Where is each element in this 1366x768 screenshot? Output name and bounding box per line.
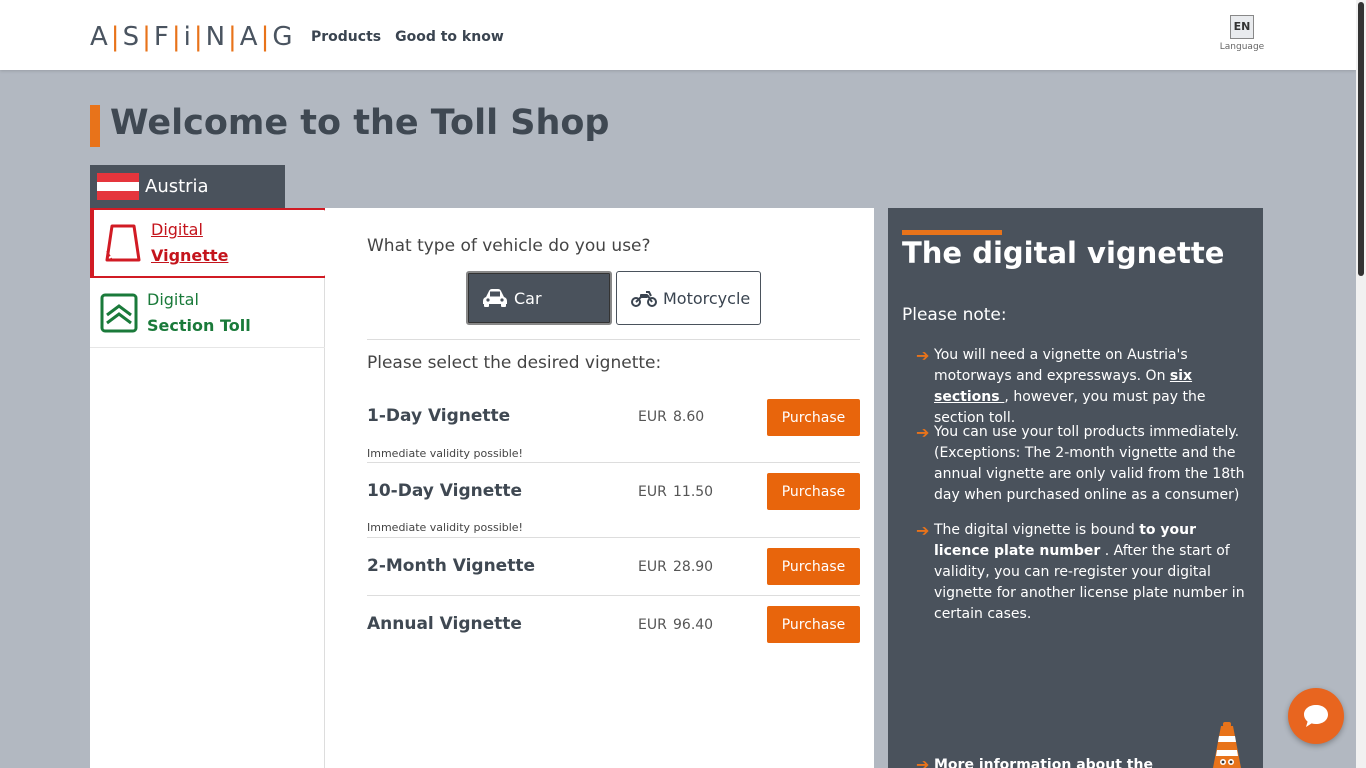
vignette-panel: What type of vehicle do you use? Car Mot… (325, 208, 874, 768)
divider (367, 462, 860, 463)
chat-bubble-icon (1304, 705, 1328, 727)
info-bullet: ➔ The digital vignette is bound to your … (916, 521, 1245, 622)
vignette-name: Annual Vignette (367, 614, 522, 634)
vignette-name: 2-Month Vignette (367, 556, 535, 576)
purchase-2-month-button[interactable]: Purchase (767, 548, 860, 585)
vignette-currency: EUR (638, 484, 667, 500)
scrollbar-thumb[interactable] (1358, 2, 1364, 276)
vignette-currency: EUR (638, 617, 667, 633)
product-nav-section-toll-line1: Digital (147, 290, 199, 309)
arrow-right-icon: ➔ (916, 755, 930, 768)
info-panel: The digital vignette Please note: ➔ You … (888, 208, 1263, 768)
motorcycle-icon (631, 291, 657, 307)
vignette-name: 1-Day Vignette (367, 406, 511, 426)
product-nav: Digital Vignette Digital Section Toll (90, 208, 346, 768)
info-bullet: ➔ You will need a vignette on Austria's … (916, 346, 1206, 426)
vignette-price: 8.60 (673, 409, 705, 425)
vehicle-motorcycle-button[interactable]: Motorcycle (616, 271, 761, 325)
info-title: The digital vignette (902, 236, 1225, 270)
vignette-price: 11.50 (673, 484, 714, 500)
divider (367, 595, 860, 596)
product-nav-digital-vignette-line1: Digital (151, 220, 203, 239)
car-icon (483, 289, 507, 307)
arrow-right-icon: ➔ (916, 521, 930, 540)
page-title: Welcome to the Toll Shop (110, 103, 610, 143)
tab-austria-label: Austria (145, 176, 209, 197)
more-info-link[interactable]: ➔ More information about the (916, 755, 1153, 768)
product-nav-section-toll-line2: Section Toll (147, 316, 251, 335)
vehicle-question: What type of vehicle do you use? (367, 236, 651, 256)
site-header: A | S | F | i | N | A | G Products Good to kno… (0, 0, 1356, 70)
chat-button[interactable] (1288, 688, 1344, 744)
nav-good-to-know[interactable]: Good to know (395, 29, 504, 45)
asfinag-logo[interactable]: A | S | F | i | N | A | G (90, 22, 294, 52)
language-label: Language (1219, 42, 1265, 52)
vehicle-car-button[interactable]: Car (466, 271, 612, 325)
arrow-right-icon: ➔ (916, 423, 930, 442)
arrow-right-icon: ➔ (916, 346, 930, 365)
vignette-note: Immediate validity possible! (367, 447, 523, 460)
vignette-icon (105, 224, 141, 262)
vignette-note: Immediate validity possible! (367, 521, 523, 534)
info-note-heading: Please note: (902, 305, 1007, 325)
title-accent-bar (90, 105, 100, 147)
purchase-10-day-button[interactable]: Purchase (767, 473, 860, 510)
nav-products[interactable]: Products (311, 29, 381, 45)
traffic-cone-mascot-icon (1213, 722, 1241, 768)
product-nav-digital-section-toll[interactable]: Digital Section Toll (90, 279, 325, 348)
vignette-price: 28.90 (673, 559, 714, 575)
vignette-currency: EUR (638, 559, 667, 575)
product-nav-digital-vignette-line2: Vignette (151, 246, 229, 265)
section-toll-icon (100, 293, 138, 333)
info-accent-bar (902, 230, 1002, 235)
main-nav: Products Good to know (311, 29, 504, 45)
divider (367, 537, 860, 538)
purchase-1-day-button[interactable]: Purchase (767, 399, 860, 436)
vignette-price: 96.40 (673, 617, 714, 633)
purchase-annual-button[interactable]: Purchase (767, 606, 860, 643)
vehicle-car-label: Car (514, 288, 542, 308)
austria-flag-icon (97, 172, 139, 201)
divider (367, 339, 860, 340)
vehicle-motorcycle-label: Motorcycle (663, 288, 751, 308)
vignette-name: 10-Day Vignette (367, 481, 523, 501)
tab-austria[interactable]: Austria (90, 165, 285, 208)
product-nav-digital-vignette[interactable]: Digital Vignette (90, 208, 346, 278)
select-vignette-prompt: Please select the desired vignette: (367, 353, 662, 373)
info-bullet: ➔ You can use your toll products immedia… (916, 423, 1245, 503)
language-code[interactable]: EN (1230, 15, 1254, 39)
vignette-currency: EUR (638, 409, 667, 425)
language-selector[interactable]: EN Language (1218, 15, 1266, 52)
